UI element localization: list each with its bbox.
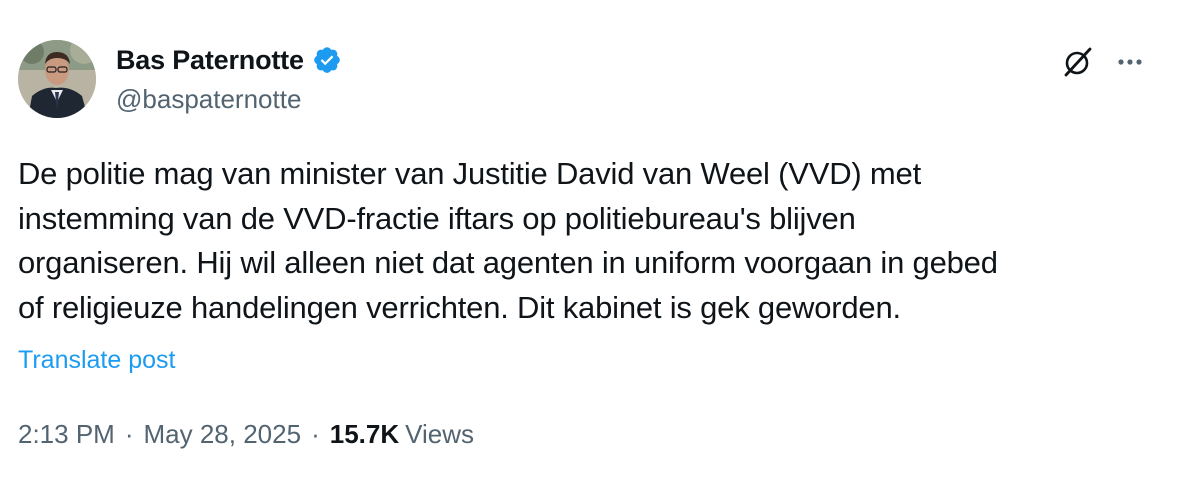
meta-separator: ·	[124, 419, 134, 449]
post-time[interactable]: 2:13 PM	[18, 419, 115, 450]
author-name-row: Bas Paternotte	[116, 40, 342, 80]
translate-post-link[interactable]: Translate post	[18, 346, 175, 375]
post-date[interactable]: May 28, 2025	[144, 419, 302, 450]
verified-badge-icon[interactable]	[312, 45, 342, 75]
grok-icon[interactable]	[1060, 44, 1096, 80]
post-metadata: 2:13 PM · May 28, 2025 · 15.7K Views	[18, 419, 474, 450]
tweet-card: Bas Paternotte @baspaternotte De politie…	[0, 0, 1184, 484]
author-display-name[interactable]: Bas Paternotte	[116, 45, 304, 76]
views-label[interactable]: Views	[405, 419, 474, 450]
profile-photo-icon	[18, 40, 96, 118]
avatar[interactable]	[18, 40, 96, 118]
meta-separator: ·	[311, 419, 320, 449]
post-text: De politie mag van minister van Justitie…	[18, 156, 998, 325]
more-options-icon[interactable]	[1112, 44, 1148, 80]
views-count[interactable]: 15.7K	[330, 419, 399, 450]
author-handle[interactable]: @baspaternotte	[116, 84, 301, 115]
